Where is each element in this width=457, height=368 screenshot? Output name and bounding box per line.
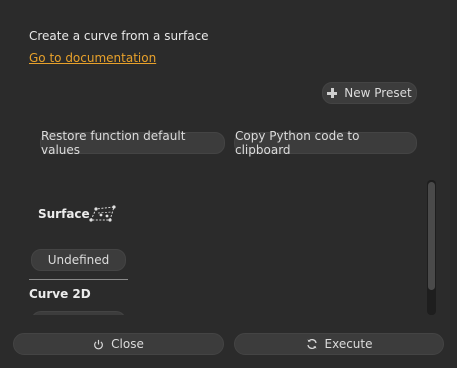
curve2d-param-label: Curve 2D: [29, 287, 91, 301]
new-preset-label: New Preset: [344, 86, 412, 100]
section-divider: [29, 279, 128, 280]
surface-param-label: Surface: [38, 207, 90, 221]
plus-icon: [327, 88, 338, 98]
surface-icon: [89, 205, 116, 222]
copy-python-label: Copy Python code to clipboard: [235, 129, 360, 157]
refresh-icon: [306, 338, 318, 350]
power-icon: [93, 339, 104, 350]
surface-selector-button[interactable]: Undefined: [31, 249, 126, 271]
new-preset-button[interactable]: New Preset: [322, 82, 417, 104]
execute-button[interactable]: Execute: [234, 333, 444, 355]
execute-label: Execute: [324, 337, 373, 351]
restore-defaults-label: Restore function default values: [41, 129, 186, 157]
restore-defaults-button[interactable]: Restore function default values: [40, 129, 225, 157]
copy-python-button[interactable]: Copy Python code to clipboard: [234, 129, 417, 157]
documentation-link[interactable]: Go to documentation: [29, 51, 156, 65]
surface-value-label: Undefined: [47, 253, 110, 267]
close-button[interactable]: Close: [13, 333, 224, 355]
scrollbar-thumb[interactable]: [428, 182, 435, 290]
close-label: Close: [111, 337, 144, 351]
function-description: Create a curve from a surface: [29, 29, 209, 43]
